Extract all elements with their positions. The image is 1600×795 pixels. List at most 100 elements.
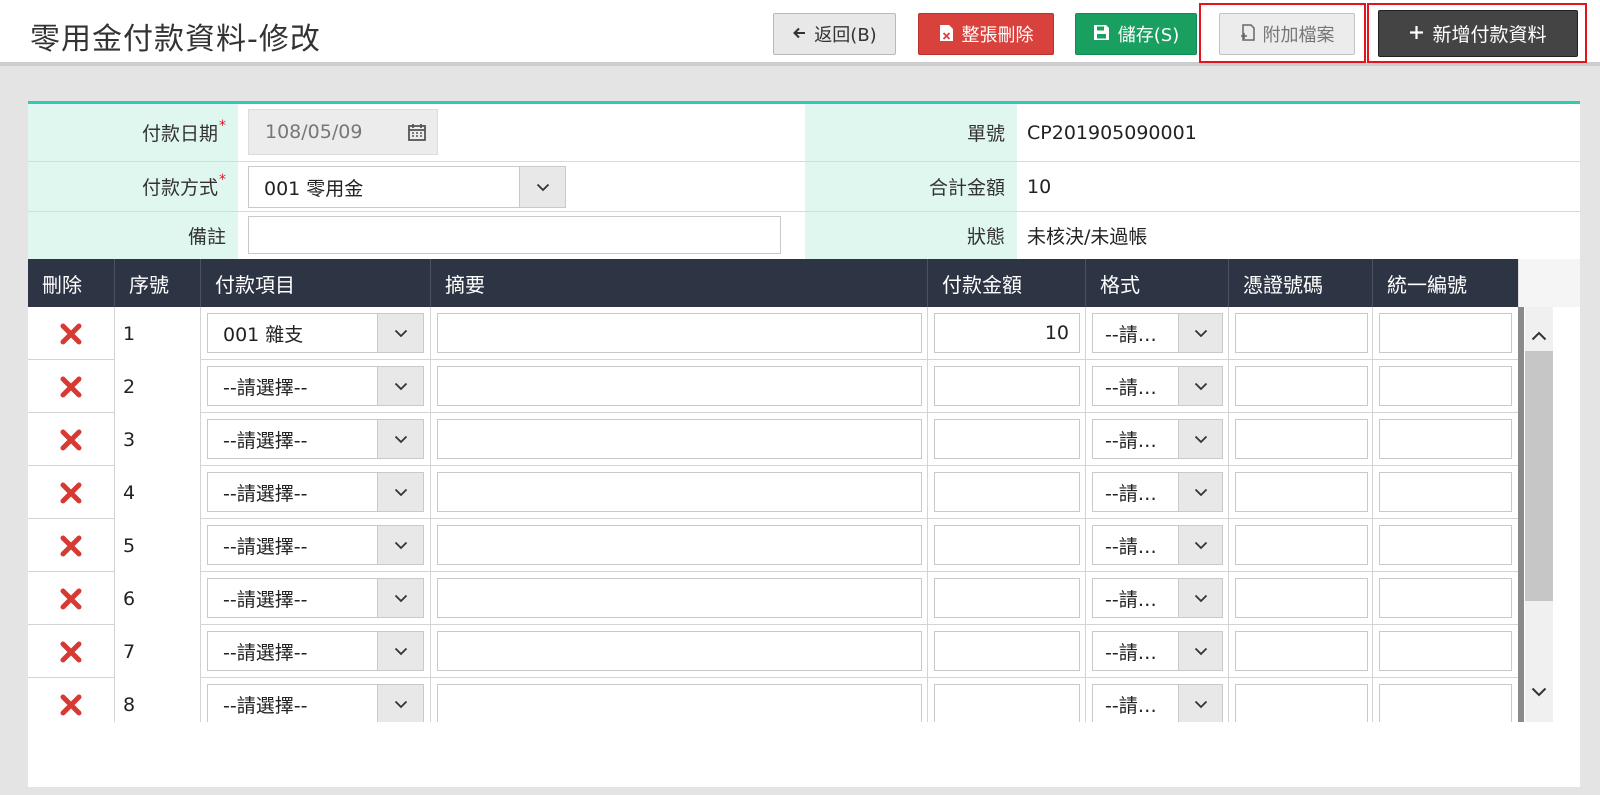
- payment-item-select[interactable]: --請選擇--: [207, 525, 424, 565]
- payment-item-select[interactable]: 001 雜支: [207, 313, 424, 353]
- summary-input[interactable]: [437, 419, 922, 459]
- attach-file-button-label: 附加檔案: [1262, 25, 1335, 46]
- format-select[interactable]: --請…: [1092, 578, 1223, 618]
- unified-no-cell: [1373, 678, 1518, 722]
- x-icon[interactable]: [59, 428, 83, 452]
- save-button[interactable]: 儲存(S): [1075, 13, 1197, 55]
- format-select[interactable]: --請…: [1092, 313, 1223, 353]
- back-button-label: 返回(B): [814, 25, 877, 46]
- summary-input[interactable]: [437, 313, 922, 353]
- payment-item-value: --請選擇--: [223, 641, 308, 664]
- format-select[interactable]: --請…: [1092, 419, 1223, 459]
- add-payment-button[interactable]: 新增付款資料: [1378, 10, 1578, 57]
- format-select[interactable]: --請…: [1092, 631, 1223, 671]
- payment-item-select[interactable]: --請選擇--: [207, 366, 424, 406]
- table-row: 1 001 雜支 10 --請…: [28, 307, 1518, 360]
- voucher-cell: [1229, 572, 1373, 625]
- scroll-thumb[interactable]: [1525, 351, 1553, 601]
- amount-cell: [928, 466, 1086, 519]
- unified-no-input[interactable]: [1379, 578, 1512, 618]
- chevron-down-icon: [1178, 632, 1222, 670]
- add-payment-button-label: 新增付款資料: [1432, 24, 1547, 46]
- summary-input[interactable]: [437, 525, 922, 565]
- attach-file-button[interactable]: 附加檔案: [1219, 13, 1355, 55]
- unified-no-cell: [1373, 307, 1518, 360]
- vertical-scrollbar[interactable]: [1525, 307, 1553, 722]
- unified-no-input[interactable]: [1379, 472, 1512, 512]
- scroll-up-icon[interactable]: [1525, 321, 1553, 351]
- amount-input[interactable]: [934, 631, 1080, 671]
- note-input[interactable]: [248, 216, 781, 254]
- file-attach-icon: [1240, 23, 1255, 45]
- calendar-icon[interactable]: [397, 110, 437, 154]
- voucher-input[interactable]: [1235, 578, 1368, 618]
- unified-no-input[interactable]: [1379, 366, 1512, 406]
- voucher-input[interactable]: [1235, 419, 1368, 459]
- amount-input[interactable]: [934, 419, 1080, 459]
- summary-input[interactable]: [437, 472, 922, 512]
- amount-input[interactable]: [934, 525, 1080, 565]
- method-label-text: 付款方式: [141, 177, 218, 199]
- format-select[interactable]: --請…: [1092, 366, 1223, 406]
- format-cell: --請…: [1086, 625, 1229, 678]
- payment-method-select[interactable]: 001 零用金: [248, 166, 566, 208]
- unified-no-input[interactable]: [1379, 631, 1512, 671]
- summary-input[interactable]: [437, 366, 922, 406]
- scroll-down-icon[interactable]: [1525, 677, 1553, 707]
- summary-input[interactable]: [437, 631, 922, 671]
- back-button[interactable]: 返回(B): [773, 13, 896, 55]
- amount-input[interactable]: [934, 366, 1080, 406]
- amount-input[interactable]: [934, 578, 1080, 618]
- payment-item-select[interactable]: --請選擇--: [207, 631, 424, 671]
- total-label: 合計金額: [805, 162, 1017, 211]
- payment-item-select[interactable]: --請選擇--: [207, 578, 424, 618]
- chevron-down-icon: [377, 420, 423, 458]
- chevron-down-icon: [377, 632, 423, 670]
- date-label-text: 付款日期: [141, 123, 218, 145]
- form-row-note: 備註 狀態 未核決/未過帳: [28, 212, 1580, 259]
- col-header-unified-no: 統一編號: [1387, 272, 1467, 297]
- amount-input[interactable]: [934, 472, 1080, 512]
- table-row: 8 --請選擇-- --請…: [28, 678, 1518, 722]
- summary-input[interactable]: [437, 578, 922, 618]
- unified-no-input[interactable]: [1379, 313, 1512, 353]
- summary-input[interactable]: [437, 684, 922, 722]
- format-cell: --請…: [1086, 572, 1229, 625]
- unified-no-input[interactable]: [1379, 684, 1512, 722]
- amount-input[interactable]: [934, 684, 1080, 722]
- summary-cell: [431, 466, 928, 519]
- summary-cell: [431, 625, 928, 678]
- unified-no-input[interactable]: [1379, 525, 1512, 565]
- order-no-value: CP201905090001: [1027, 121, 1197, 144]
- x-icon[interactable]: [59, 640, 83, 664]
- format-select[interactable]: --請…: [1092, 525, 1223, 565]
- payment-item-select[interactable]: --請選擇--: [207, 472, 424, 512]
- voucher-input[interactable]: [1235, 366, 1368, 406]
- format-cell: --請…: [1086, 413, 1229, 466]
- x-icon[interactable]: [59, 587, 83, 611]
- unified-no-input[interactable]: [1379, 419, 1512, 459]
- voucher-input[interactable]: [1235, 313, 1368, 353]
- col-header-summary: 摘要: [431, 259, 928, 307]
- payment-item-select[interactable]: --請選擇--: [207, 684, 424, 722]
- format-select[interactable]: --請…: [1092, 684, 1223, 722]
- voucher-input[interactable]: [1235, 525, 1368, 565]
- x-icon[interactable]: [59, 481, 83, 505]
- voucher-input[interactable]: [1235, 631, 1368, 671]
- voucher-input[interactable]: [1235, 684, 1368, 722]
- table-row: 5 --請選擇-- --請…: [28, 519, 1518, 572]
- date-field[interactable]: 108/05/09: [248, 109, 438, 155]
- x-icon[interactable]: [59, 534, 83, 558]
- amount-input[interactable]: 10: [934, 313, 1080, 353]
- x-icon[interactable]: [59, 693, 83, 717]
- format-cell: --請…: [1086, 519, 1229, 572]
- format-select[interactable]: --請…: [1092, 472, 1223, 512]
- x-icon[interactable]: [59, 322, 83, 346]
- voucher-input[interactable]: [1235, 472, 1368, 512]
- payment-item-select[interactable]: --請選擇--: [207, 419, 424, 459]
- date-label: 付款日期 *: [28, 104, 238, 161]
- delete-all-button[interactable]: 整張刪除: [918, 13, 1054, 55]
- x-icon[interactable]: [59, 375, 83, 399]
- voucher-cell: [1229, 307, 1373, 360]
- required-mark: *: [219, 171, 226, 188]
